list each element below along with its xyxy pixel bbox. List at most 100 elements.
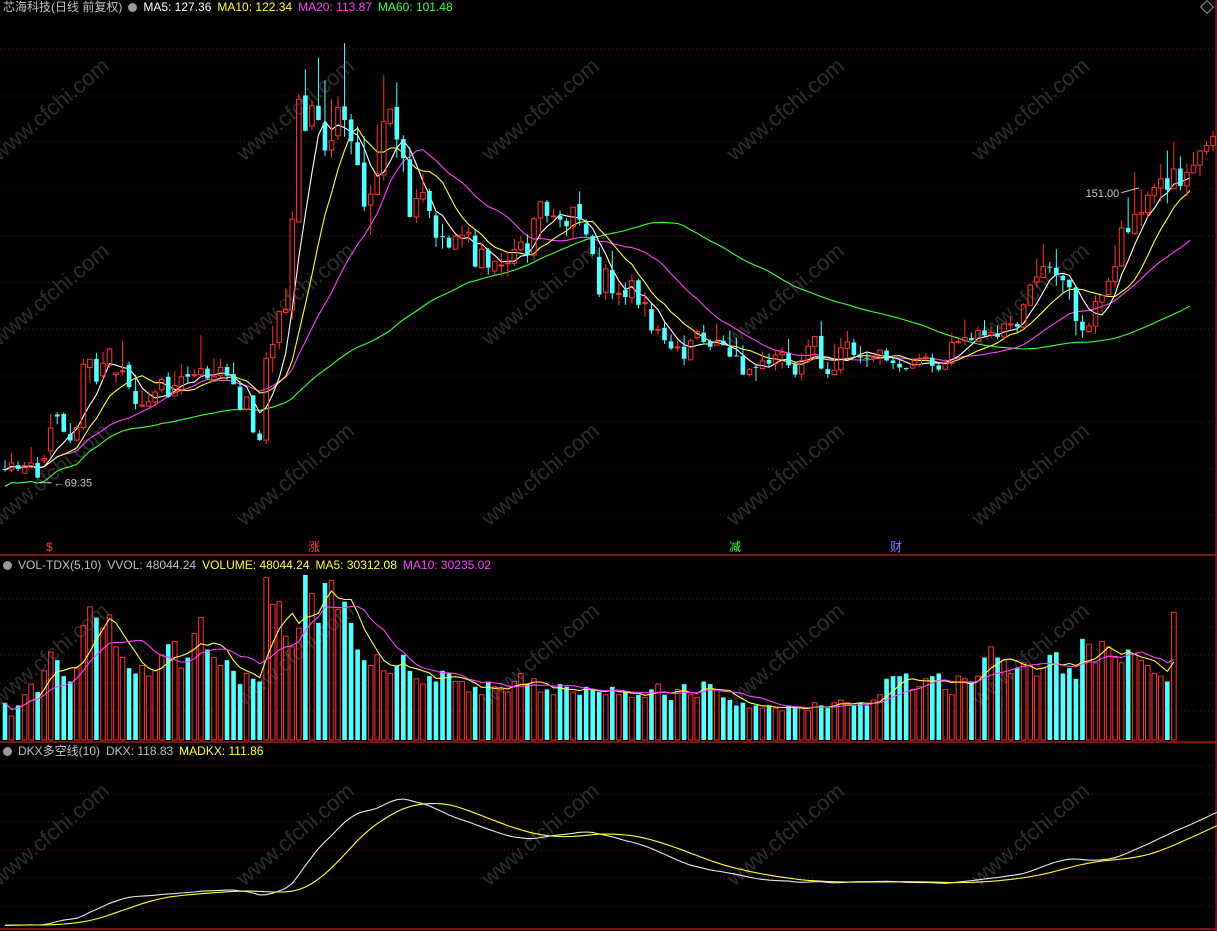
candle [564,218,569,237]
volume-header: VOL-TDX(5,10) VVOL: 48044.24 VOLUME: 48044… [3,558,497,572]
watermark-text: www.cfchi.com [0,53,114,166]
volume-bar [257,681,262,740]
volume-bar [231,670,236,740]
volume-bar [133,673,138,740]
vvol-value: VVOL: 48044.24 [107,558,197,572]
candle [1203,141,1210,155]
vol-indicator-name: VOL-TDX(5,10) [18,558,102,572]
candle-body [518,241,524,251]
candle-body [583,223,589,235]
candle [413,189,420,224]
volume-bar [316,622,321,740]
marker-jian[interactable]: 减 [729,540,741,554]
candle [884,348,889,362]
candle [100,351,106,381]
candle-body [707,341,713,347]
candle [525,234,530,263]
volume-bar [250,678,256,740]
ma20-line [4,149,1190,471]
volume-bar [505,691,511,741]
candle-body [133,390,138,405]
volume-bar [818,705,824,740]
volume-bar [1080,638,1085,740]
volume-bar [1144,664,1151,741]
volume-bar [407,670,413,740]
volume-bar [139,664,145,741]
candle [1165,150,1170,204]
candle-body [113,372,119,376]
candle-body [185,374,191,377]
candle-body [328,140,335,151]
candle [766,353,772,367]
watermark-text: www.cfchi.com [721,418,849,531]
volume-bar [1014,668,1020,740]
candle [798,353,805,381]
volume-bar [433,681,439,740]
candle-body [1131,213,1138,234]
candle [662,322,667,345]
volume-bar [1138,659,1145,741]
candle [257,430,262,442]
volume-bar [766,705,772,740]
candle-body [537,201,544,219]
volume-bar [2,702,8,740]
candle [616,283,622,306]
marker-dollar[interactable]: $ [46,540,53,554]
candle [786,339,791,369]
candle [28,447,34,469]
volume-bar [962,678,968,741]
candle-body [465,231,472,235]
dkx-settings-circle-icon[interactable] [3,747,12,756]
volume-bar [982,657,987,740]
ma60-value: MA60: 101.48 [377,0,453,14]
candle [1151,183,1158,204]
ma5-value: MA5: 127.36 [143,0,212,14]
candle-body [962,337,968,342]
volume-bar [544,689,550,740]
candle [544,200,550,223]
candle [792,362,798,378]
candle-body [401,139,406,159]
volume-bar [465,691,472,741]
candle [8,453,15,473]
volume-bar [8,715,15,741]
marker-zhang[interactable]: 涨 [308,540,320,554]
candle [518,235,524,252]
watermark-text: www.cfchi.com [966,418,1094,531]
volume-bar [1040,667,1047,741]
candle-body [969,338,974,341]
candle [844,330,851,359]
volume-bar [171,641,178,741]
volume-bar [734,705,739,740]
candle [825,362,831,378]
annotation-leader [1121,187,1140,194]
candle-body [498,264,505,267]
candle [1210,130,1216,152]
candle [570,206,576,240]
settings-circle-icon[interactable] [128,3,138,12]
volume-settings-circle-icon[interactable] [3,561,12,570]
candle [1131,172,1138,236]
candle-body [440,236,445,238]
watermark-text: www.cfchi.com [231,53,359,166]
volume-bar [1158,675,1164,741]
marker-cai[interactable]: 财 [890,540,902,554]
volume-bar [707,684,713,740]
candle-body [106,348,113,366]
volume-bar [864,705,870,740]
candle-body [94,358,99,382]
volume-bar [94,617,99,740]
candle [746,368,753,377]
candle [491,260,498,275]
candle-body [322,123,328,151]
candle-body [257,433,262,441]
volume-bar [21,694,28,741]
volume-bar [779,710,785,741]
candle [335,96,341,141]
candle-body [427,190,432,212]
candle-body [361,162,367,207]
volume-bar [674,688,681,741]
watermark-text: www.cfchi.com [721,238,849,351]
candle-body [1080,321,1085,331]
volume-bar [1054,652,1059,740]
